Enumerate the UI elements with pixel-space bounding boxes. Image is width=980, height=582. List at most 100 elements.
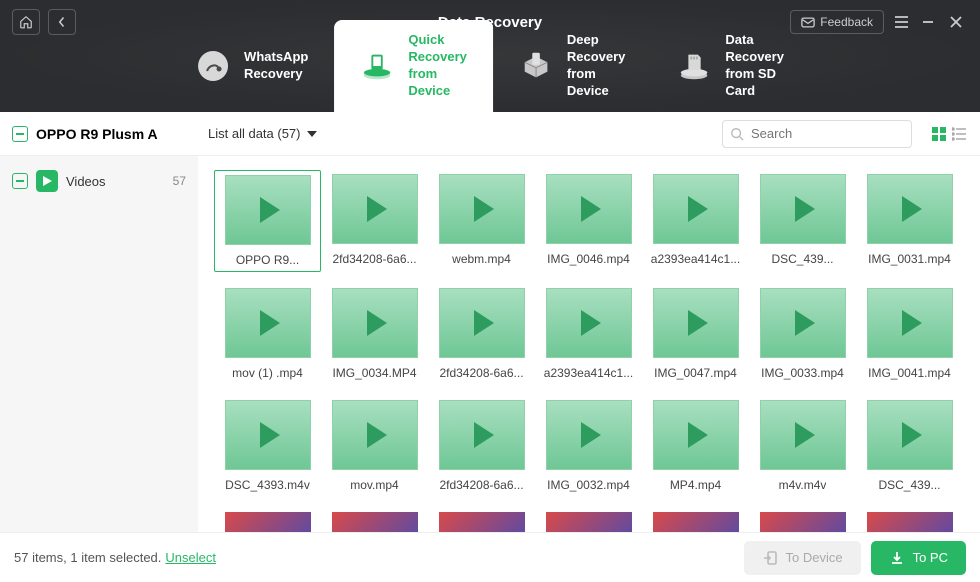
content: OPPO R9...2fd34208-6a6...webm.mp4IMG_004… [198,156,980,532]
sidebar-checkbox[interactable] [12,173,28,189]
mode-tab-quick-recovery[interactable]: Quick Recoveryfrom Device [334,20,493,112]
file-item[interactable]: IMG_0033.mp4 [749,284,856,384]
file-name: IMG_0046.mp4 [547,252,630,266]
file-item[interactable]: 2fd34208-6a6... [321,170,428,272]
file-item[interactable]: DSC_4393.m4v [214,396,321,496]
mode-label-1: Data Recovery [725,32,784,64]
view-toggle [930,125,968,143]
list-view-button[interactable] [950,125,968,143]
feedback-label: Feedback [820,15,873,29]
mode-tab-whatsapp[interactable]: WhatsAppRecovery [170,20,334,112]
file-name: IMG_0041.mp4 [868,366,951,380]
video-thumbnail [867,174,953,244]
file-item[interactable] [749,508,856,532]
play-icon [688,310,708,336]
file-item[interactable] [856,508,963,532]
mode-label-2: from Device [408,66,450,98]
to-device-button[interactable]: To Device [744,541,861,575]
file-item[interactable]: IMG_0031.mp4 [856,170,963,272]
file-item[interactable]: 2fd34208-6a6... [428,284,535,384]
chevron-down-icon [307,131,317,137]
video-thumbnail [439,174,525,244]
to-device-icon [762,550,778,566]
unselect-link[interactable]: Unselect [165,550,216,565]
video-thumbnail [760,288,846,358]
video-thumbnail [867,288,953,358]
video-thumbnail [332,174,418,244]
video-category-icon [36,170,58,192]
header: Data Recovery Feedback WhatsAppRecovery [0,0,980,112]
mode-label-1: WhatsApp [244,49,308,64]
video-thumbnail [225,400,311,470]
mode-label-1: Quick Recovery [408,32,467,64]
image-thumbnail [546,512,632,532]
menu-button[interactable] [894,16,912,28]
image-thumbnail [760,512,846,532]
file-item[interactable]: MP4.mp4 [642,396,749,496]
mode-tab-deep-recovery[interactable]: Deep Recoveryfrom Device [493,20,652,112]
play-icon [367,196,387,222]
mode-tab-sd-recovery[interactable]: Data Recoveryfrom SD Card [651,20,810,112]
home-icon [19,15,33,29]
file-item[interactable]: mov (1) .mp4 [214,284,321,384]
filter-dropdown[interactable]: List all data (57) [208,126,317,141]
menu-icon [894,16,909,28]
file-item[interactable] [321,508,428,532]
back-button[interactable] [48,9,76,35]
file-item[interactable]: DSC_439... [856,396,963,496]
close-button[interactable] [950,16,968,28]
file-item[interactable]: IMG_0047.mp4 [642,284,749,384]
deep-recovery-icon [519,49,553,83]
file-item[interactable]: DSC_439... [749,170,856,272]
file-item[interactable]: IMG_0041.mp4 [856,284,963,384]
list-icon [952,127,966,141]
file-item[interactable] [428,508,535,532]
download-icon [889,550,905,566]
search-input[interactable] [722,120,912,148]
play-icon [260,310,280,336]
file-item[interactable]: IMG_0046.mp4 [535,170,642,272]
file-name: a2393ea414c1... [651,252,740,266]
video-thumbnail [653,288,739,358]
device-name: OPPO R9 Plusm A [36,126,158,142]
video-thumbnail [867,400,953,470]
file-item[interactable]: OPPO R9... [214,170,321,272]
video-thumbnail [546,174,632,244]
file-item[interactable]: IMG_0032.mp4 [535,396,642,496]
file-item[interactable]: IMG_0034.MP4 [321,284,428,384]
sidebar-item-videos[interactable]: Videos 57 [0,162,198,200]
file-item[interactable] [535,508,642,532]
device-selector[interactable]: OPPO R9 Plusm A [12,126,198,142]
file-name: 2fd34208-6a6... [439,366,523,380]
footer: 57 items, 1 item selected. Unselect To D… [0,532,980,582]
file-name: a2393ea414c1... [544,366,633,380]
file-item[interactable]: webm.mp4 [428,170,535,272]
image-thumbnail [225,512,311,532]
play-icon [902,310,922,336]
home-button[interactable] [12,9,40,35]
grid-view-button[interactable] [930,125,948,143]
file-name: mov (1) .mp4 [232,366,303,380]
sidebar-item-count: 57 [173,174,186,188]
image-thumbnail [653,512,739,532]
minimize-button[interactable] [922,16,940,28]
file-item[interactable] [214,508,321,532]
device-checkbox[interactable] [12,126,28,142]
file-item[interactable]: m4v.m4v [749,396,856,496]
play-icon [902,422,922,448]
play-icon [902,196,922,222]
file-item[interactable]: a2393ea414c1... [535,284,642,384]
file-item[interactable] [642,508,749,532]
file-name: DSC_4393.m4v [225,478,310,492]
play-icon [688,422,708,448]
file-item[interactable]: a2393ea414c1... [642,170,749,272]
file-item[interactable]: 2fd34208-6a6... [428,396,535,496]
minimize-icon [922,16,934,28]
play-icon [581,422,601,448]
to-pc-label: To PC [913,550,948,565]
video-thumbnail [439,288,525,358]
file-name: DSC_439... [878,478,940,492]
video-thumbnail [225,175,311,245]
to-pc-button[interactable]: To PC [871,541,966,575]
file-item[interactable]: mov.mp4 [321,396,428,496]
